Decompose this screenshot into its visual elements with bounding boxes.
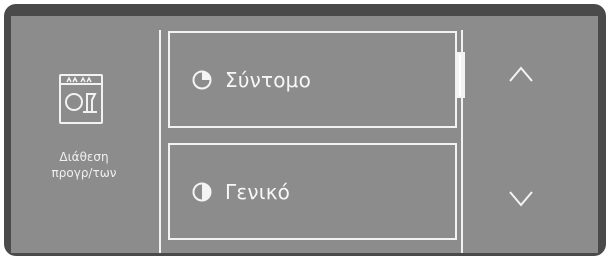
program-availability-panel: Διάθεση προγρ/των (11, 16, 157, 253)
program-label-short: Σύντομο (225, 67, 312, 92)
quarter-pie-icon (191, 69, 213, 91)
chevron-down-icon (509, 191, 533, 207)
chevron-up-icon (509, 66, 533, 82)
program-label-general: Γενικό (225, 179, 291, 204)
display-screen: Διάθεση προγρ/των Σύντομο Γενικό (11, 16, 598, 253)
scroll-up-button[interactable] (498, 51, 544, 97)
program-option-general[interactable]: Γενικό (168, 143, 457, 240)
program-option-short[interactable]: Σύντομο (168, 31, 457, 128)
dishwasher-program-icon (57, 72, 105, 126)
program-availability-label-line-1: Διάθεση (59, 150, 109, 164)
program-availability-label: Διάθεση προγρ/των (11, 149, 157, 181)
half-pie-icon (191, 181, 213, 203)
left-divider (159, 30, 161, 253)
scroll-down-button[interactable] (498, 176, 544, 222)
navigation-panel (463, 16, 598, 253)
program-availability-label-line-2: προγρ/των (51, 166, 117, 180)
